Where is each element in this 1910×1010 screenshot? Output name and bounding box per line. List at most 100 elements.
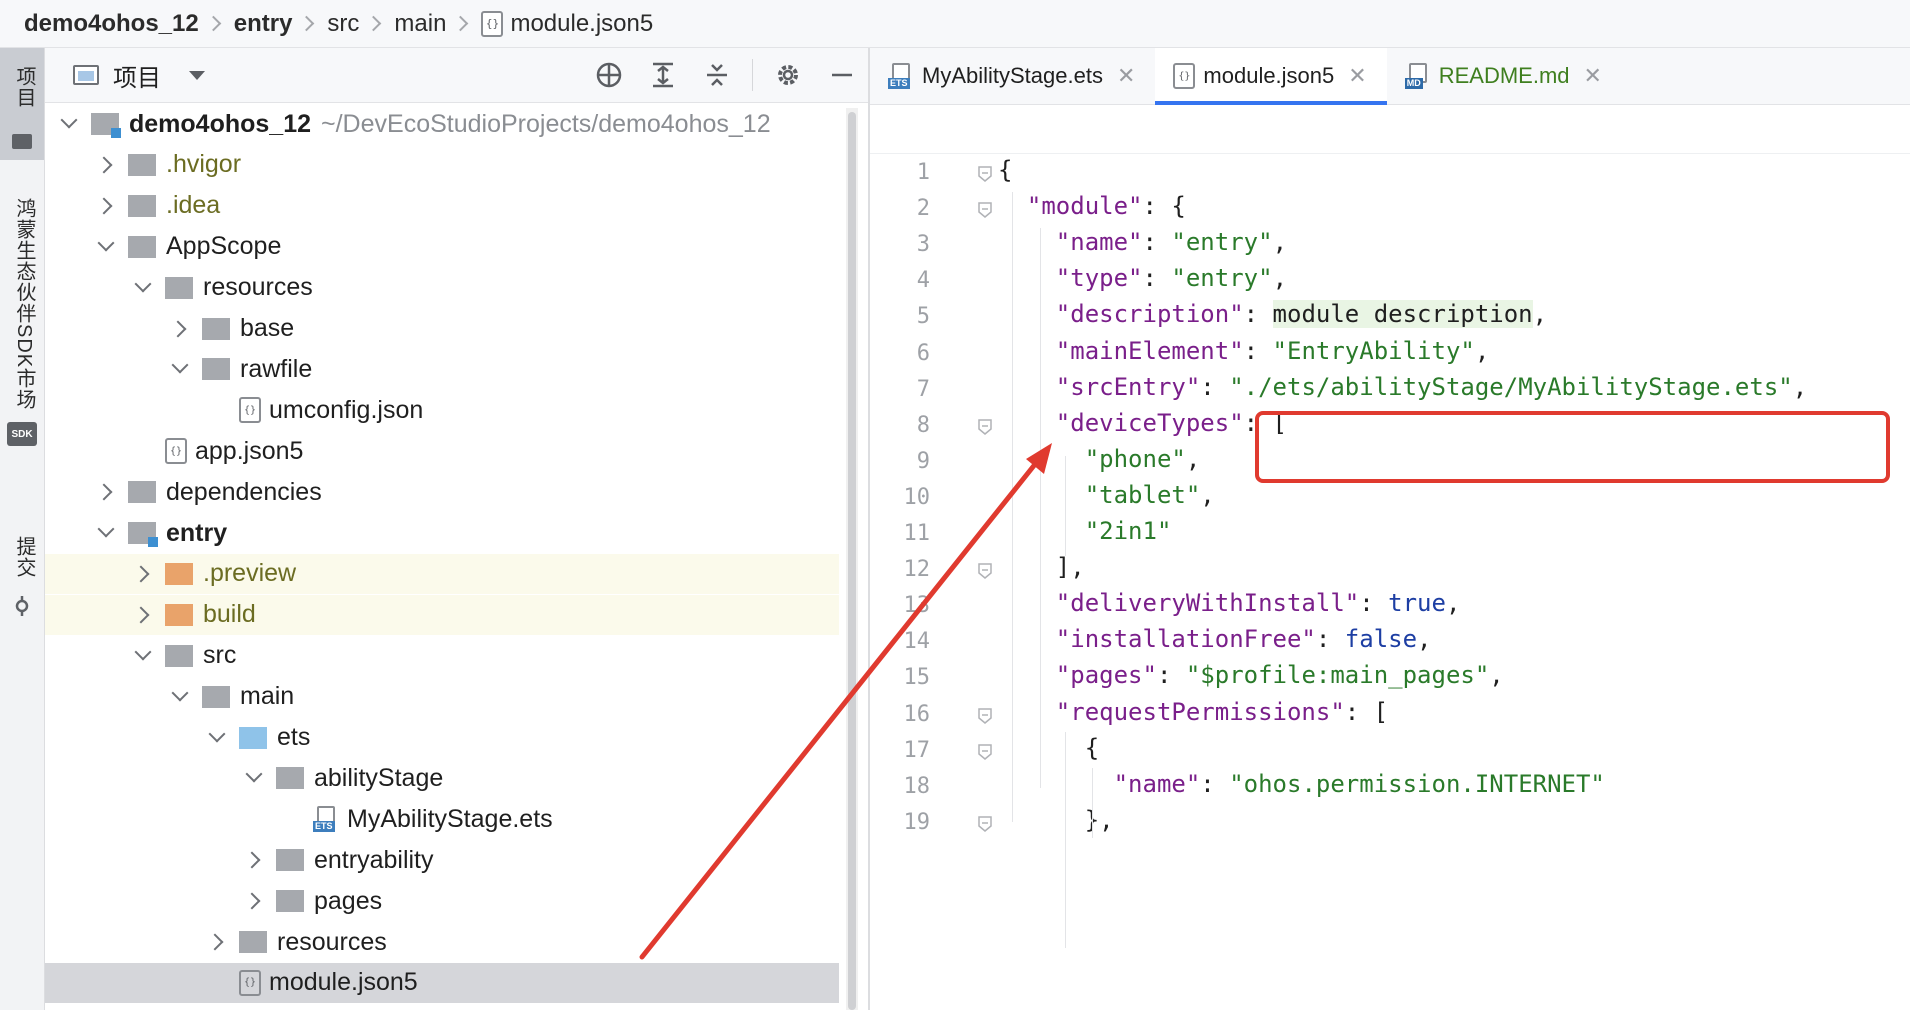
crosshair-icon[interactable]	[582, 48, 636, 102]
code-line: "name": "entry",	[998, 228, 1287, 256]
chevron-down-icon[interactable]	[131, 644, 155, 668]
tree-row[interactable]: entryability	[45, 840, 835, 880]
tree-row[interactable]: demo4ohos_12 ~/DevEcoStudioProjects/demo4…	[45, 104, 835, 144]
tree-row[interactable]: .preview	[45, 553, 839, 594]
chevron-down-icon[interactable]	[94, 521, 118, 545]
expand-all-icon[interactable]	[636, 48, 690, 102]
code-line: "deviceTypes": [	[998, 409, 1287, 437]
tree-row[interactable]: pages	[45, 881, 835, 921]
annotation-highlight-box	[1255, 411, 1890, 483]
tree-row[interactable]: AppScope	[45, 227, 835, 267]
tree-item-label: main	[240, 682, 295, 711]
sdk-market-tool-tab[interactable]: 鸿蒙生态伙伴SDK市场	[0, 198, 44, 458]
chevron-right-icon[interactable]	[131, 603, 155, 627]
tree-row[interactable]: main	[45, 677, 835, 717]
chevron-right-icon[interactable]	[242, 889, 266, 913]
tree-row[interactable]: ETS MyAbilityStage.ets	[45, 799, 835, 839]
code-token: "ohos.permission.INTERNET"	[1229, 769, 1605, 798]
tree-row[interactable]: abilityStage	[45, 758, 835, 798]
code-token: ],	[998, 553, 1085, 582]
fold-marker-icon[interactable]	[978, 743, 992, 760]
line-number: 12	[903, 557, 931, 583]
chevron-right-icon[interactable]	[168, 317, 192, 341]
chevron-down-icon[interactable]	[57, 112, 81, 136]
editor-tab[interactable]: MD README.md ✕	[1387, 48, 1622, 104]
chevron-right-icon[interactable]	[94, 153, 118, 177]
tree-row[interactable]: .idea	[45, 186, 835, 226]
chevron-right-icon[interactable]	[242, 848, 266, 872]
gear-icon[interactable]	[761, 48, 815, 102]
chevron-right-icon[interactable]	[131, 562, 155, 586]
scrollbar-thumb[interactable]	[848, 112, 856, 1010]
tree-row[interactable]: mock	[45, 1004, 835, 1010]
tree-row[interactable]: {} umconfig.json	[45, 390, 835, 430]
tree-item-label: app.json5	[195, 436, 304, 465]
project-panel-toolbar: 项目	[45, 48, 869, 103]
chevron-down-icon[interactable]	[168, 685, 192, 709]
tree-row[interactable]: {} module.json5	[45, 962, 839, 1003]
close-icon[interactable]: ✕	[1348, 63, 1366, 89]
chevron-down-icon[interactable]	[205, 726, 229, 750]
close-icon[interactable]: ✕	[1584, 63, 1602, 89]
minimize-icon[interactable]	[815, 48, 869, 102]
chevron-down-icon[interactable]	[94, 235, 118, 259]
project-tree-scrollbar[interactable]	[846, 108, 858, 1010]
tree-item-label: src	[203, 641, 237, 670]
commit-icon	[15, 596, 29, 616]
breadcrumb-item[interactable]: demo4ohos_12	[24, 10, 199, 38]
editor-tab[interactable]: {} module.json5 ✕	[1155, 48, 1388, 105]
folder-icon	[239, 726, 267, 749]
chevron-down-icon[interactable]	[168, 357, 192, 381]
fold-marker-icon[interactable]	[978, 707, 992, 724]
breadcrumb-item[interactable]: {} module.json5	[481, 10, 653, 38]
chevron-right-icon[interactable]	[205, 930, 229, 954]
breadcrumb-item[interactable]: entry	[234, 10, 293, 38]
tree-item-label: dependencies	[166, 477, 322, 506]
folder-icon	[165, 603, 193, 626]
folder-icon	[202, 317, 230, 340]
fold-marker-icon[interactable]	[978, 418, 992, 435]
tree-row[interactable]: build	[45, 594, 839, 635]
collapse-all-icon[interactable]	[690, 48, 744, 102]
fold-marker-icon[interactable]	[978, 816, 992, 832]
sdk-market-tab-label: 鸿蒙生态伙伴SDK市场	[13, 198, 35, 411]
code-token: :	[1156, 661, 1186, 690]
fold-marker-icon[interactable]	[978, 202, 992, 219]
fold-marker-icon[interactable]	[978, 563, 992, 580]
chevron-right-icon[interactable]	[94, 480, 118, 504]
close-icon[interactable]: ✕	[1117, 63, 1135, 89]
ets-file-icon: ETS	[888, 63, 914, 89]
tree-row[interactable]: ets	[45, 718, 835, 758]
json-file-icon: {}	[239, 969, 261, 996]
project-path-hint: ~/DevEcoStudioProjects/demo4ohos_12	[321, 109, 771, 138]
chevron-down-icon[interactable]	[131, 276, 155, 300]
tree-row[interactable]: src	[45, 636, 835, 676]
code-token: "phone"	[1084, 444, 1186, 473]
tree-row[interactable]: resources	[45, 922, 835, 962]
breadcrumb-item[interactable]: main	[394, 10, 446, 38]
code-token: "entry"	[1171, 264, 1273, 293]
tree-row[interactable]: .hvigor	[45, 145, 835, 185]
chevron-right-icon[interactable]	[94, 194, 118, 218]
tree-row[interactable]: dependencies	[45, 472, 835, 512]
breadcrumb-item[interactable]: src	[327, 10, 359, 38]
tree-row[interactable]: resources	[45, 268, 835, 308]
chevron-down-icon[interactable]	[242, 766, 266, 790]
code-area[interactable]: 1{2 "module": {3 "name": "entry", 4 "type…	[870, 156, 1910, 1010]
editor-tab[interactable]: ETS MyAbilityStage.ets ✕	[870, 48, 1155, 104]
tree-row[interactable]: entry	[45, 513, 835, 553]
project-view-selector[interactable]: 项目	[73, 58, 205, 93]
tree-row[interactable]: rawfile	[45, 349, 835, 389]
tree-row[interactable]: base	[45, 309, 835, 349]
fold-marker-icon[interactable]	[978, 166, 992, 182]
line-number: 18	[903, 773, 931, 799]
project-tool-tab[interactable]: 项目	[0, 48, 44, 160]
tree-row[interactable]: {} app.json5	[45, 431, 835, 471]
indent-guide	[1065, 732, 1066, 948]
line-number: 1	[916, 160, 930, 185]
code-token: ,	[1272, 264, 1288, 293]
